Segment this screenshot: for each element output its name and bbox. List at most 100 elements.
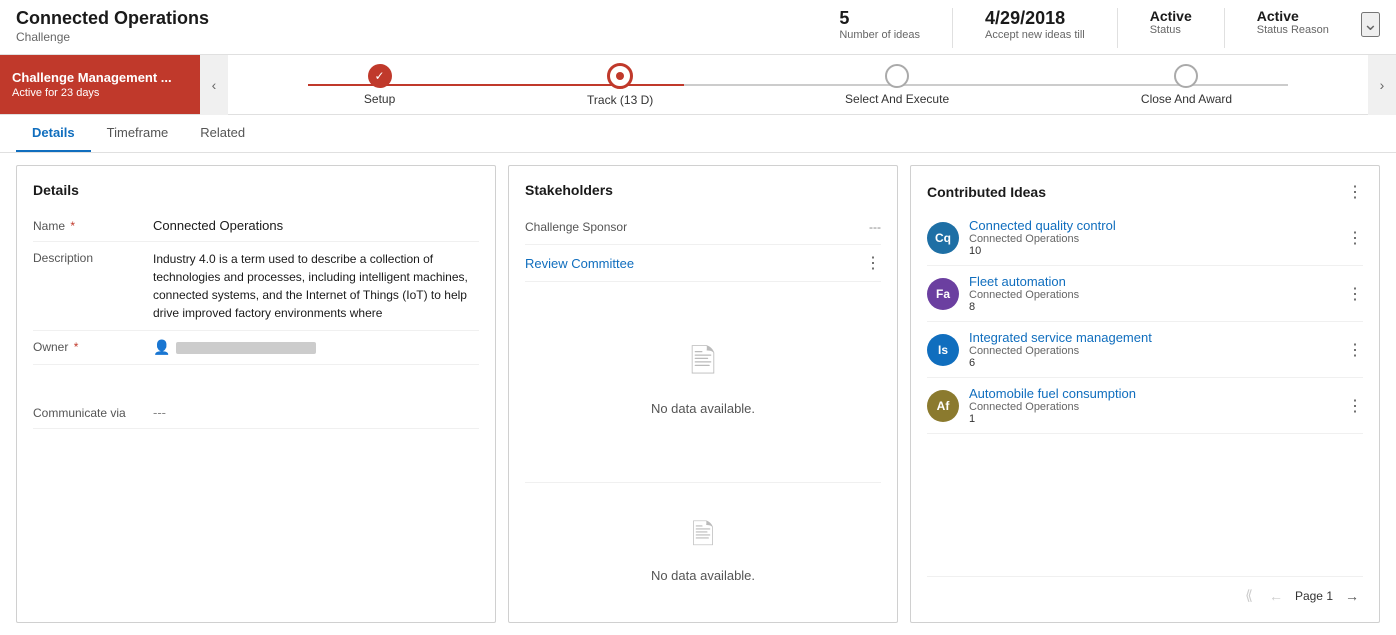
page-next-button[interactable]: → (1341, 586, 1363, 606)
no-data-icon-2: 🖹 (692, 514, 715, 562)
idea-menu-button[interactable]: ⋮ (1347, 284, 1363, 304)
list-item: Cq Connected quality control Connected O… (927, 210, 1363, 266)
idea-name[interactable]: Connected quality control (969, 218, 1337, 233)
step-label-close: Close And Award (1141, 92, 1232, 106)
detail-row-communicate: Communicate via --- (33, 397, 479, 429)
ideas-panel: Contributed Ideas ⋮ Cq Connected quality… (910, 165, 1380, 623)
detail-row-owner: Owner * 👤 (33, 331, 479, 365)
details-panel: Details Name * Connected Operations Desc… (16, 165, 496, 623)
idea-avatar: Cq (927, 222, 959, 254)
ideas-panel-title: Contributed Ideas (927, 184, 1046, 200)
page-title: Connected Operations (16, 8, 209, 29)
tab-details[interactable]: Details (16, 115, 91, 152)
step-label-select: Select And Execute (845, 92, 949, 106)
idea-info: Connected quality control Connected Oper… (969, 218, 1337, 257)
desc-value: Industry 4.0 is a term used to describe … (153, 250, 479, 322)
header: Connected Operations Challenge 5 Number … (0, 0, 1396, 55)
stakeholders-panel: Stakeholders Challenge Sponsor --- Revie… (508, 165, 898, 623)
date-value: 4/29/2018 (985, 8, 1065, 29)
step-close: Close And Award (1141, 64, 1232, 106)
header-chevron-button[interactable]: ⌄ (1361, 12, 1380, 37)
idea-count: 1 (969, 413, 1337, 425)
idea-menu-button[interactable]: ⋮ (1347, 228, 1363, 248)
page-first-button[interactable]: ⟪ (1241, 585, 1257, 606)
idea-count: 10 (969, 245, 1337, 257)
badge-title: Challenge Management ... (12, 70, 188, 85)
idea-avatar: Is (927, 334, 959, 366)
stat-status-reason: Active Status Reason (1257, 8, 1329, 36)
step-circle-setup: ✓ (368, 64, 392, 88)
sponsor-row: Challenge Sponsor --- (525, 210, 881, 245)
idea-org: Connected Operations (969, 233, 1337, 245)
idea-org: Connected Operations (969, 289, 1337, 301)
name-required: * (70, 219, 75, 233)
badge-subtitle: Active for 23 days (12, 87, 188, 99)
idea-name[interactable]: Automobile fuel consumption (969, 386, 1337, 401)
tab-bar: Details Timeframe Related (0, 115, 1396, 153)
status-label: Status (1150, 24, 1181, 36)
stat-status: Active Status (1150, 8, 1192, 36)
main-content: Details Name * Connected Operations Desc… (0, 153, 1396, 635)
idea-menu-button[interactable]: ⋮ (1347, 396, 1363, 416)
step-select: Select And Execute (845, 64, 949, 106)
step-track: Track (13 D) (587, 63, 653, 107)
list-item: Fa Fleet automation Connected Operations… (927, 266, 1363, 322)
no-data-icon-1: 🖹 (690, 339, 716, 393)
progress-nav-right[interactable]: › (1368, 55, 1396, 115)
divider2 (1117, 8, 1118, 48)
step-circle-select (885, 64, 909, 88)
tab-timeframe[interactable]: Timeframe (91, 115, 185, 152)
no-data-text-2: No data available. (651, 568, 755, 583)
idea-avatar: Af (927, 390, 959, 422)
idea-org: Connected Operations (969, 401, 1337, 413)
progress-track: ✓ Setup Track (13 D) Select And Execute … (228, 63, 1368, 107)
idea-info: Fleet automation Connected Operations 8 (969, 274, 1337, 313)
step-circle-track (607, 63, 633, 89)
sponsor-label: Challenge Sponsor (525, 220, 627, 234)
progress-section: Challenge Management ... Active for 23 d… (0, 55, 1396, 115)
committee-row: Review Committee ⋮ (525, 245, 881, 282)
details-panel-title: Details (33, 182, 479, 198)
name-label: Name * (33, 218, 153, 233)
owner-row: 👤 (153, 339, 479, 356)
page-subtitle: Challenge (16, 30, 209, 44)
status-reason-value: Active (1257, 8, 1299, 24)
status-reason-label: Status Reason (1257, 24, 1329, 36)
step-circle-close (1174, 64, 1198, 88)
desc-label: Description (33, 250, 153, 265)
tab-related[interactable]: Related (184, 115, 261, 152)
stat-ideas: 5 Number of ideas (839, 8, 920, 41)
idea-menu-button[interactable]: ⋮ (1347, 340, 1363, 360)
step-label-setup: Setup (364, 92, 395, 106)
status-value: Active (1150, 8, 1192, 24)
ideas-menu-button[interactable]: ⋮ (1347, 182, 1363, 202)
idea-count: 6 (969, 357, 1337, 369)
header-left: Connected Operations Challenge (16, 8, 209, 44)
idea-name[interactable]: Integrated service management (969, 330, 1337, 345)
owner-required: * (74, 340, 79, 354)
step-setup: ✓ Setup (364, 64, 395, 106)
idea-count: 8 (969, 301, 1337, 313)
person-icon: 👤 (153, 339, 170, 356)
step-label-track: Track (13 D) (587, 93, 653, 107)
committee-menu-button[interactable]: ⋮ (865, 253, 881, 273)
no-data-text-1: No data available. (651, 401, 755, 416)
communicate-value: --- (153, 405, 479, 420)
owner-label: Owner * (33, 339, 153, 354)
divider3 (1224, 8, 1225, 48)
idea-info: Automobile fuel consumption Connected Op… (969, 386, 1337, 425)
divider (952, 8, 953, 48)
detail-row-name: Name * Connected Operations (33, 210, 479, 242)
owner-value: 👤 (153, 339, 479, 356)
ideas-label: Number of ideas (839, 29, 920, 41)
name-value: Connected Operations (153, 218, 479, 233)
idea-name[interactable]: Fleet automation (969, 274, 1337, 289)
progress-nav-left[interactable]: ‹ (200, 55, 228, 115)
idea-avatar: Fa (927, 278, 959, 310)
list-item: Is Integrated service management Connect… (927, 322, 1363, 378)
date-label: Accept new ideas till (985, 29, 1085, 41)
committee-no-data: 🖹 No data available. (525, 282, 881, 474)
header-stats: 5 Number of ideas 4/29/2018 Accept new i… (839, 8, 1329, 48)
communicate-label: Communicate via (33, 405, 153, 420)
page-prev-button[interactable]: ← (1265, 586, 1287, 606)
